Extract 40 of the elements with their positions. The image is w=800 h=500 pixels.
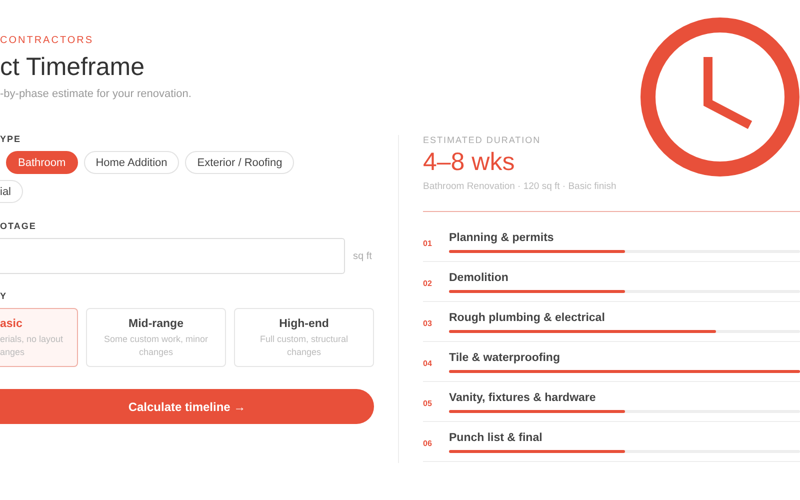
phase-name: Vanity, fixtures & hardware bbox=[449, 392, 597, 404]
result-label: ESTIMATED DURATION bbox=[423, 135, 542, 145]
phase-name: Rough plumbing & electrical bbox=[449, 312, 606, 324]
quality-option[interactable]: High-end Full custom, structural changes bbox=[234, 308, 374, 367]
phase-number: 02 bbox=[423, 278, 433, 288]
project-type-chip[interactable]: Home Addition bbox=[84, 151, 180, 174]
phase-name: Punch list & final bbox=[449, 432, 544, 444]
option-description: erials, no layout bbox=[0, 333, 64, 346]
duration-value: 4–8 wks bbox=[423, 148, 516, 177]
field-label: Y bbox=[0, 291, 8, 301]
brand-name: CONTRACTORS bbox=[0, 35, 95, 46]
field-label: OTAGE bbox=[0, 221, 38, 231]
page-subtitle: -by-phase estimate for your renovation. bbox=[0, 88, 192, 100]
phase-number: 01 bbox=[423, 238, 433, 248]
unit-label: sq ft bbox=[353, 250, 372, 262]
option-description: changes bbox=[138, 346, 174, 359]
option-title: Mid-range bbox=[128, 318, 184, 330]
phase-number: 06 bbox=[423, 438, 433, 448]
calculate-button[interactable]: Calculate timeline → bbox=[0, 389, 374, 424]
option-description: Full custom, structural bbox=[258, 333, 350, 346]
project-type-chip[interactable]: Bathroom bbox=[6, 151, 78, 174]
option-description: Some custom work, minor bbox=[102, 333, 210, 346]
field-label: YPE bbox=[0, 134, 22, 144]
result-summary: Bathroom Renovation · 120 sq ft · Basic finish bbox=[423, 181, 618, 192]
project-type-chip[interactable]: ial bbox=[0, 180, 24, 203]
page-title: ct Timeframe bbox=[0, 53, 146, 83]
phase-number: 04 bbox=[423, 358, 433, 368]
option-description: anges bbox=[0, 346, 26, 359]
phase-name: Planning & permits bbox=[449, 232, 555, 244]
phase-number: 05 bbox=[423, 398, 433, 408]
option-description: changes bbox=[286, 346, 322, 359]
phase-name: Demolition bbox=[449, 272, 510, 284]
clock-icon bbox=[640, 17, 800, 177]
phase-number: 03 bbox=[423, 318, 433, 328]
quality-option[interactable]: Mid-range Some custom work, minor changes bbox=[86, 308, 226, 367]
phase-name: Tile & waterproofing bbox=[449, 352, 561, 364]
option-title: High-end bbox=[278, 318, 330, 330]
footage-field[interactable] bbox=[0, 238, 345, 274]
project-type-chip[interactable]: Exterior / Roofing bbox=[185, 151, 294, 174]
option-title: asic bbox=[0, 318, 24, 330]
